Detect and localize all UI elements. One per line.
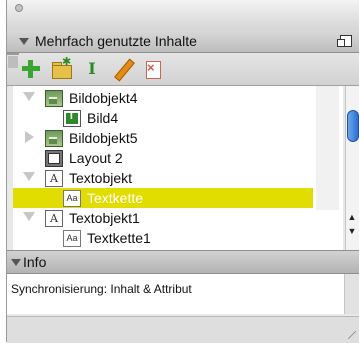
- tree-item-label: Textkette: [87, 190, 144, 206]
- info-scrollbar[interactable]: [344, 274, 359, 314]
- text-chain-icon: Aa: [63, 190, 81, 207]
- edit-pencil-icon[interactable]: [113, 59, 133, 79]
- content-tree: Bildobjekt4 Bild4 Bildobjekt5 Layout 2 A…: [13, 86, 343, 250]
- info-text: Synchronisierung: Inhalt & Attribut: [11, 282, 192, 296]
- text-chain-icon: Aa: [63, 230, 81, 247]
- image-chain-icon: [63, 110, 81, 127]
- resize-grip-icon[interactable]: [348, 331, 356, 339]
- tree-row-textobjekt[interactable]: A Textobjekt: [13, 168, 313, 188]
- image-object-icon: [45, 130, 63, 147]
- tree-row-textkette[interactable]: Aa Textkette: [13, 188, 313, 208]
- panel-toolbar: ✱ I ×: [7, 53, 359, 86]
- tree-row-bildobjekt5[interactable]: Bildobjekt5: [13, 128, 313, 148]
- tree-row-textobjekt1[interactable]: A Textobjekt1: [13, 208, 313, 228]
- collapse-triangle-icon[interactable]: [19, 38, 29, 45]
- collapse-triangle-icon[interactable]: [11, 259, 21, 266]
- content-reuse-panel: Mehrfach genutzte Inhalte ✱ I × Bildobje…: [6, 0, 359, 343]
- tree-row-bildobjekt4[interactable]: Bildobjekt4: [13, 88, 313, 108]
- text-object-icon: A: [45, 170, 63, 187]
- tree-row-bild4[interactable]: Bild4: [13, 108, 313, 128]
- expand-triangle-icon[interactable]: [23, 172, 35, 181]
- add-icon[interactable]: [21, 59, 41, 79]
- scrollbar-thumb[interactable]: [347, 110, 359, 142]
- remove-link-icon[interactable]: ×: [143, 59, 163, 79]
- tree-row-layout2[interactable]: Layout 2: [13, 148, 313, 168]
- expand-triangle-icon[interactable]: [23, 92, 35, 101]
- tree-item-label: Bild4: [87, 110, 119, 126]
- layout-icon: [45, 150, 63, 167]
- tree-column-gutter: [316, 86, 339, 210]
- panel-title: Mehrfach genutzte Inhalte: [35, 33, 197, 49]
- scroll-up-arrow-icon[interactable]: ▲: [347, 212, 357, 222]
- tree-item-label: Textobjekt: [69, 170, 133, 186]
- panel-menu-icon[interactable]: [337, 35, 352, 47]
- scroll-down-arrow-icon[interactable]: ▼: [347, 226, 357, 236]
- info-body: Synchronisierung: Inhalt & Attribut: [7, 274, 344, 314]
- text-cursor-icon[interactable]: I: [82, 59, 102, 79]
- trash-icon[interactable]: [7, 53, 19, 68]
- image-object-icon: [45, 90, 63, 107]
- tree-row-textkette1[interactable]: Aa Textkette1: [13, 228, 313, 248]
- tree-item-label: Textobjekt1: [69, 210, 140, 226]
- panel-footer: [7, 316, 359, 343]
- info-title: Info: [23, 254, 47, 270]
- expand-triangle-icon[interactable]: [25, 131, 34, 143]
- new-folder-icon[interactable]: ✱: [51, 56, 72, 79]
- panel-header[interactable]: Mehrfach genutzte Inhalte: [7, 30, 359, 53]
- tree-item-label: Layout 2: [69, 150, 123, 166]
- tree-item-label: Textkette1: [87, 230, 151, 246]
- tree-item-label: Bildobjekt4: [69, 90, 138, 106]
- info-header[interactable]: Info: [7, 250, 359, 274]
- window-button[interactable]: [15, 4, 23, 12]
- panel-titlebar[interactable]: [7, 0, 359, 31]
- tree-item-label: Bildobjekt5: [69, 130, 138, 146]
- text-object-icon: A: [45, 210, 63, 227]
- expand-triangle-icon[interactable]: [23, 212, 35, 221]
